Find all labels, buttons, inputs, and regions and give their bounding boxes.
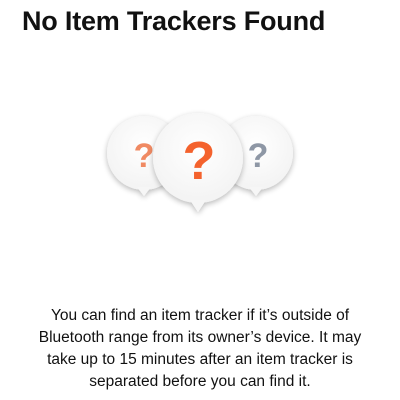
question-bubbles-icon: ? ? ? <box>95 95 305 225</box>
question-mark-right: ? <box>248 137 269 175</box>
empty-state-description: You can find an item tracker if it’s out… <box>38 307 362 390</box>
question-mark-left: ? <box>134 137 155 175</box>
question-mark-center: ? <box>183 131 216 191</box>
page-title: No Item Trackers Found <box>22 6 326 36</box>
question-bubbles-graphic: ? ? ? <box>107 113 293 212</box>
